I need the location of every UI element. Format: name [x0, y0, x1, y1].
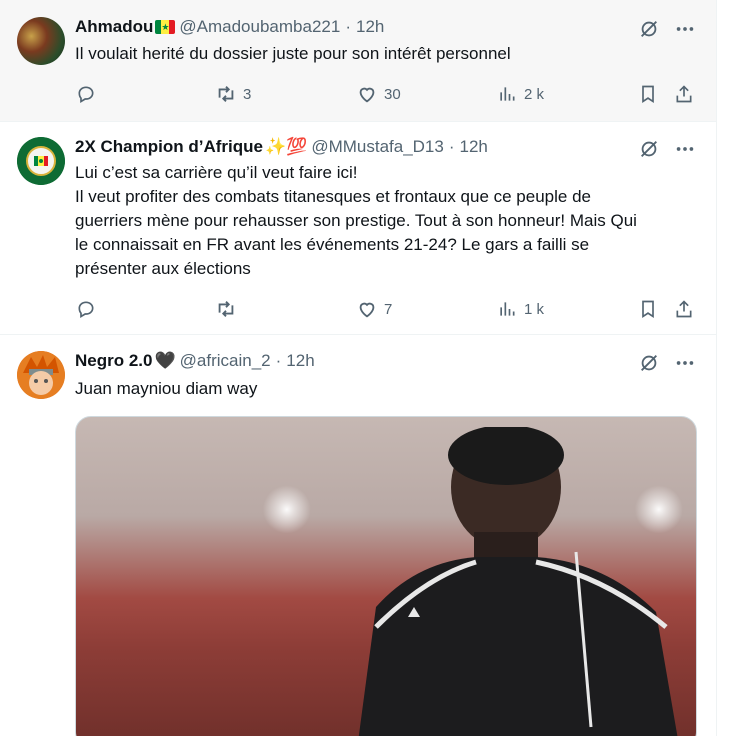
user-handle[interactable]: @MMustafa_D13 — [311, 137, 444, 157]
views-icon — [496, 83, 518, 105]
name-emoji: 🖤 — [154, 351, 176, 370]
tweet-header: Ahmadou ★ @Amadoubamba221 · 12h — [75, 16, 384, 38]
video-frame-person — [358, 427, 678, 736]
like-count: 30 — [384, 85, 401, 103]
like-count: 7 — [384, 300, 393, 318]
more-icon[interactable] — [674, 352, 696, 374]
display-name[interactable]: Ahmadou — [75, 17, 153, 37]
separator-dot: · — [275, 351, 282, 370]
grok-icon[interactable] — [638, 138, 660, 160]
tweet-actions: 7 1 k — [75, 298, 697, 320]
views-count: 2 k — [524, 85, 545, 103]
tweet-actions: 3 30 2 k — [75, 83, 697, 105]
retweet-button[interactable]: 3 — [215, 83, 251, 105]
share-button[interactable] — [673, 83, 695, 105]
user-handle[interactable]: @africain_2 — [180, 351, 271, 371]
reply-icon — [75, 83, 97, 105]
retweet-count: 3 — [243, 85, 252, 103]
fsf-logo-icon — [17, 137, 65, 185]
tweet-line: Il veut profiter des combats titanesques… — [75, 187, 591, 206]
retweet-button[interactable] — [215, 298, 243, 320]
tweet-top-actions — [638, 18, 696, 40]
like-button[interactable]: 7 — [356, 298, 392, 320]
timestamp[interactable]: 12h — [286, 351, 314, 371]
views-count: 1 k — [524, 300, 545, 318]
views-button[interactable]: 2 k — [496, 83, 544, 105]
bookmark-icon — [637, 298, 659, 320]
reply-button[interactable] — [75, 83, 97, 105]
user-handle[interactable]: @Amadoubamba221 — [179, 17, 340, 37]
grok-icon[interactable] — [638, 18, 660, 40]
like-button[interactable]: 30 — [356, 83, 401, 105]
tweet-top-actions — [638, 352, 696, 374]
display-name[interactable]: Negro 2.0 — [75, 351, 152, 371]
reply-button[interactable] — [75, 298, 97, 320]
avatar[interactable] — [17, 351, 65, 399]
share-icon — [673, 298, 695, 320]
avatar[interactable] — [17, 137, 65, 185]
avatar[interactable] — [17, 17, 65, 65]
separator-dot: · — [448, 137, 455, 156]
retweet-icon — [215, 83, 237, 105]
tweet-line: Lui c’est sa carrière qu’il veut faire i… — [75, 163, 358, 182]
tweet-text: Il voulait herité du dossier juste pour … — [75, 42, 695, 66]
bookmark-button[interactable] — [637, 298, 659, 320]
display-name[interactable]: 2X Champion d’Afrique — [75, 137, 263, 157]
share-icon — [673, 83, 695, 105]
senegal-flag-icon: ★ — [155, 20, 176, 34]
like-icon — [356, 298, 378, 320]
tweet-line: Juan mayniou diam way — [75, 379, 258, 398]
tweet-text: Lui c’est sa carrière qu’il veut faire i… — [75, 161, 695, 281]
views-button[interactable]: 1 k — [496, 298, 544, 320]
timestamp[interactable]: 12h — [356, 17, 384, 37]
video-media[interactable] — [75, 416, 697, 736]
tweet-text: Juan mayniou diam way — [75, 377, 695, 401]
tweet[interactable]: Negro 2.0 🖤 @africain_2 · 12h Juan mayni… — [0, 335, 716, 736]
tweet[interactable]: Ahmadou ★ @Amadoubamba221 · 12h Il voula… — [0, 0, 716, 122]
views-icon — [496, 298, 518, 320]
anime-avatar-icon — [17, 351, 65, 399]
name-emoji: ✨💯 — [264, 137, 308, 156]
tweet-line: guerriers mène pour rehausser son presti… — [75, 211, 637, 230]
timestamp[interactable]: 12h — [460, 137, 488, 157]
tweet-header: 2X Champion d’Afrique ✨💯 @MMustafa_D13 ·… — [75, 136, 488, 158]
timeline-feed: Ahmadou ★ @Amadoubamba221 · 12h Il voula… — [0, 0, 717, 736]
grok-icon[interactable] — [638, 352, 660, 374]
retweet-icon — [215, 298, 237, 320]
like-icon — [356, 83, 378, 105]
tweet-top-actions — [638, 138, 696, 160]
separator-dot: · — [345, 17, 351, 36]
tweet[interactable]: 2X Champion d’Afrique ✨💯 @MMustafa_D13 ·… — [0, 121, 716, 335]
bookmark-icon — [637, 83, 659, 105]
reply-icon — [75, 298, 97, 320]
more-icon[interactable] — [674, 138, 696, 160]
tweet-header: Negro 2.0 🖤 @africain_2 · 12h — [75, 350, 315, 372]
tweet-line: le connaissait en FR avant les événement… — [75, 235, 590, 254]
tweet-line: Il voulait herité du dossier juste pour … — [75, 44, 511, 63]
bookmark-button[interactable] — [637, 83, 659, 105]
tweet-line: présenter aux élections — [75, 259, 251, 278]
share-button[interactable] — [673, 298, 695, 320]
more-icon[interactable] — [674, 18, 696, 40]
